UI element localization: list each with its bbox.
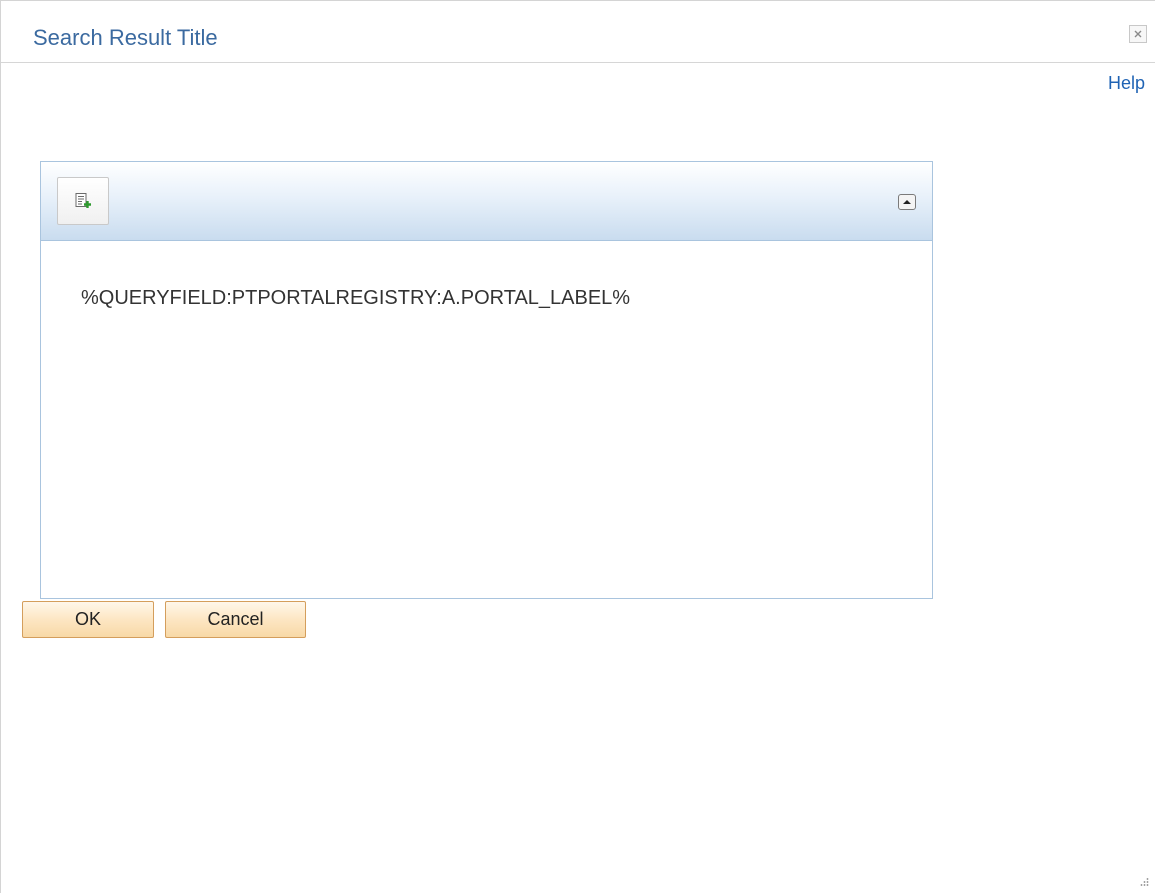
field-editor-panel: %QUERYFIELD:PTPORTALREGISTRY:A.PORTAL_LA… xyxy=(40,161,933,599)
collapse-button[interactable] xyxy=(898,194,916,210)
search-result-title-dialog: Search Result Title Help %QUERYFIELD:PTP… xyxy=(0,0,1155,893)
add-field-icon xyxy=(75,193,91,208)
collapse-up-icon xyxy=(903,200,911,204)
cancel-button[interactable]: Cancel xyxy=(165,601,306,638)
dialog-titlebar: Search Result Title xyxy=(1,1,1155,63)
dialog-title: Search Result Title xyxy=(33,25,218,50)
close-button[interactable] xyxy=(1129,25,1147,43)
ok-button[interactable]: OK xyxy=(22,601,154,638)
add-field-button[interactable] xyxy=(57,177,109,225)
resize-grip-icon[interactable] xyxy=(1139,877,1149,887)
query-field-token[interactable]: %QUERYFIELD:PTPORTALREGISTRY:A.PORTAL_LA… xyxy=(81,286,630,310)
help-link[interactable]: Help xyxy=(1108,73,1145,94)
close-icon xyxy=(1134,30,1142,38)
panel-toolbar xyxy=(41,162,932,241)
